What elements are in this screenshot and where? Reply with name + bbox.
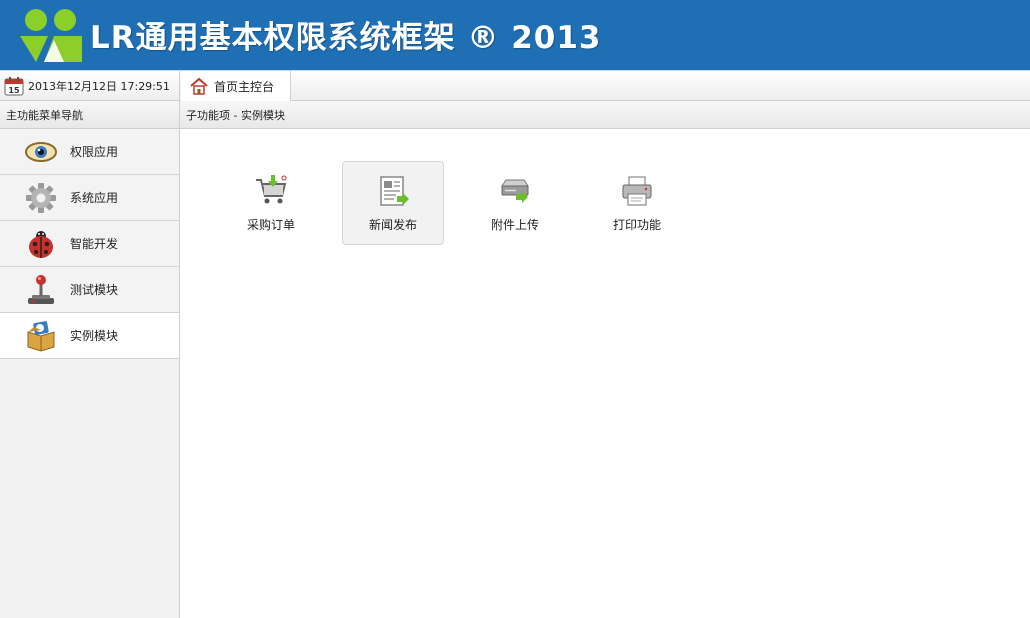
package-icon (24, 319, 58, 353)
app-header: LR通用基本权限系统框架 ® 2013 (0, 0, 1030, 70)
sidebar-item-label: 智能开发 (70, 237, 119, 251)
sidebar: 权限应用 系统应用 智能开发 测试模块 实例模块 (0, 129, 180, 618)
sidebar-item-system-apps[interactable]: 系统应用 (0, 175, 179, 221)
module-news-publish[interactable]: 新闻发布 (342, 161, 444, 245)
eye-icon (24, 135, 58, 169)
printer-icon (620, 174, 654, 208)
tab-home-console[interactable]: 首页主控台 (181, 71, 291, 101)
sidebar-item-smart-dev[interactable]: 智能开发 (0, 221, 179, 267)
users-logo-icon (20, 9, 82, 62)
ladybug-icon (24, 227, 58, 261)
module-label: 新闻发布 (368, 218, 417, 232)
news-document-icon (376, 174, 410, 208)
module-purchase-order[interactable]: 采购订单 (220, 161, 322, 245)
top-toolbar: 15 2013年12月12日 17:29:51 首页主控台 (0, 70, 1030, 101)
upload-drive-icon (498, 174, 532, 208)
gear-icon (24, 181, 58, 215)
joystick-icon (24, 273, 58, 307)
home-icon (190, 77, 208, 95)
calendar-day: 15 (8, 86, 20, 95)
sidebar-item-permission-apps[interactable]: 权限应用 (0, 129, 179, 175)
sidebar-heading: 主功能菜单导航 (0, 101, 180, 129)
sidebar-item-label: 测试模块 (70, 283, 119, 297)
datetime-display: 15 2013年12月12日 17:29:51 (0, 71, 180, 101)
module-label: 打印功能 (612, 218, 661, 232)
main-content: 采购订单 新闻发布 附件上传 打印功能 (180, 129, 1030, 618)
module-attachment-upload[interactable]: 附件上传 (464, 161, 566, 245)
datetime-text: 2013年12月12日 17:29:51 (28, 80, 170, 93)
sidebar-item-label: 实例模块 (70, 329, 119, 343)
module-label: 采购订单 (246, 218, 295, 232)
breadcrumb: 子功能项 - 实例模块 (180, 101, 1030, 129)
sidebar-item-label: 权限应用 (70, 145, 119, 159)
sidebar-item-label: 系统应用 (70, 191, 119, 205)
module-label: 附件上传 (490, 218, 539, 232)
tab-home-label: 首页主控台 (214, 79, 275, 94)
shopping-cart-icon (254, 174, 288, 208)
calendar-icon: 15 (4, 77, 24, 96)
module-print-function[interactable]: 打印功能 (586, 161, 688, 245)
sidebar-item-test-module[interactable]: 测试模块 (0, 267, 179, 313)
app-title: LR通用基本权限系统框架 ® 2013 (90, 20, 602, 56)
sidebar-item-example-module[interactable]: 实例模块 (0, 313, 179, 359)
